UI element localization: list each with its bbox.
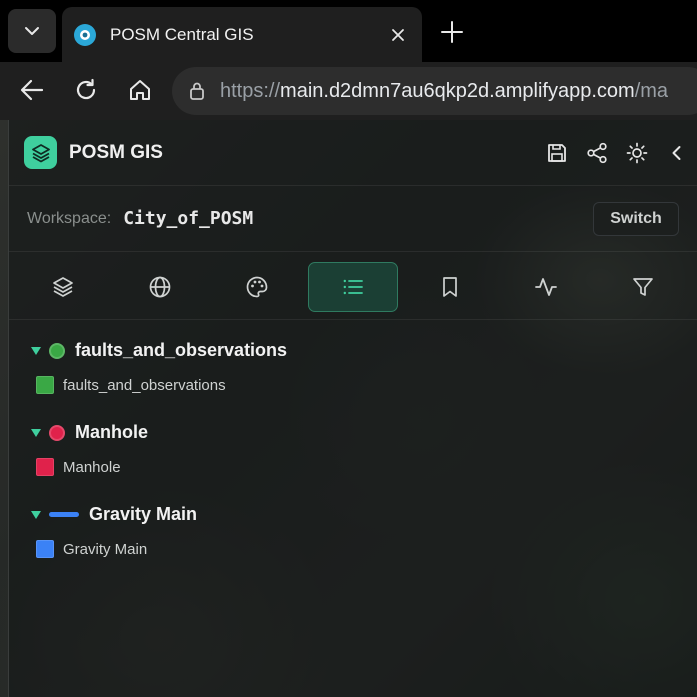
tab-legend[interactable] (308, 262, 398, 312)
side-panel: POSM GIS Workspace: City_of_POSM Switch (8, 120, 697, 697)
home-icon (130, 80, 150, 100)
layers-icon (53, 277, 73, 297)
layer-header[interactable]: Gravity Main (31, 504, 197, 525)
tab-search-button[interactable] (8, 9, 56, 53)
share-button[interactable] (577, 138, 617, 168)
caret-down-icon[interactable] (31, 428, 41, 437)
tab-filter[interactable] (598, 262, 688, 312)
arrow-left-icon (20, 79, 44, 101)
color-swatch (36, 458, 54, 476)
url-scheme: https:// (220, 79, 281, 102)
list-icon (343, 279, 363, 295)
reload-button[interactable] (66, 70, 106, 110)
panel-header: POSM GIS (9, 120, 697, 186)
share-icon (587, 142, 607, 164)
legend-layer-gravity-main: Gravity Main Gravity Main (9, 502, 697, 584)
layer-name: Gravity Main (89, 504, 198, 524)
legend-entry: Manhole (36, 458, 121, 476)
tab-basemap[interactable] (115, 262, 205, 312)
home-button[interactable] (120, 70, 160, 110)
workspace-label: Workspace: (27, 209, 112, 227)
address-bar[interactable]: https://main.d2dmn7au6qkp2d.amplifyapp.c… (172, 67, 697, 115)
sun-icon (626, 142, 648, 164)
legend-entry: faults_and_observations (36, 376, 226, 394)
legend-layer-faults: faults_and_observations faults_and_obser… (9, 338, 697, 420)
tab-layers[interactable] (18, 262, 108, 312)
legend-label: Manhole (63, 458, 121, 476)
url-host: main.d2dmn7au6qkp2d.amplifyapp.com (280, 79, 635, 102)
back-button[interactable] (12, 70, 52, 110)
browser-tab-active[interactable]: POSM Central GIS (62, 7, 422, 62)
tool-tabs (9, 252, 697, 320)
map-background[interactable]: POSM GIS Workspace: City_of_POSM Switch (0, 120, 697, 697)
filter-icon (633, 278, 653, 296)
caret-down-icon[interactable] (31, 510, 41, 519)
layers-logo-icon (24, 136, 57, 169)
legend-list: faults_and_observations faults_and_obser… (9, 320, 697, 584)
globe-icon (149, 276, 171, 298)
legend-entry: Gravity Main (36, 540, 147, 558)
theme-toggle-button[interactable] (617, 138, 657, 168)
browser-tabstrip: POSM Central GIS (0, 0, 697, 62)
color-swatch (36, 376, 54, 394)
save-icon (548, 144, 566, 162)
browser-toolbar: https://main.d2dmn7au6qkp2d.amplifyapp.c… (0, 62, 697, 120)
legend-label: Gravity Main (63, 540, 148, 558)
site-info-icon[interactable] (184, 78, 210, 104)
chevron-left-icon (672, 146, 681, 160)
switch-workspace-button[interactable]: Switch (593, 202, 679, 236)
point-symbol-icon (49, 424, 65, 441)
tab-title: POSM Central GIS (110, 24, 254, 44)
reload-icon (76, 78, 96, 100)
close-icon (392, 28, 404, 41)
layer-name: faults_and_observations (75, 340, 288, 360)
tab-activity[interactable] (501, 262, 591, 312)
activity-icon (535, 278, 557, 296)
color-swatch (36, 540, 54, 558)
plus-icon (441, 21, 463, 43)
new-tab-button[interactable] (432, 12, 472, 52)
line-symbol-icon (49, 512, 79, 517)
caret-down-icon[interactable] (31, 346, 41, 355)
layer-name: Manhole (75, 422, 149, 442)
close-tab-button[interactable] (384, 21, 412, 49)
url-path: /ma (634, 79, 669, 102)
legend-layer-manhole: Manhole Manhole (9, 420, 697, 502)
tab-style[interactable] (212, 262, 302, 312)
legend-label: faults_and_observations (63, 376, 226, 394)
chevron-down-icon (25, 27, 39, 35)
workspace-row: Workspace: City_of_POSM Switch (9, 186, 697, 252)
collapse-panel-button[interactable] (657, 138, 697, 168)
posm-favicon-icon (74, 23, 96, 46)
point-symbol-icon (49, 342, 65, 359)
save-button[interactable] (537, 138, 577, 168)
layer-header[interactable]: faults_and_observations (31, 340, 287, 361)
palette-icon (246, 276, 268, 298)
tab-bookmarks[interactable] (405, 262, 495, 312)
workspace-name: City_of_POSM (123, 208, 254, 229)
url-text: https://main.d2dmn7au6qkp2d.amplifyapp.c… (220, 80, 668, 103)
app-title: POSM GIS (69, 141, 163, 163)
bookmark-icon (443, 277, 457, 297)
layer-header[interactable]: Manhole (31, 422, 148, 443)
